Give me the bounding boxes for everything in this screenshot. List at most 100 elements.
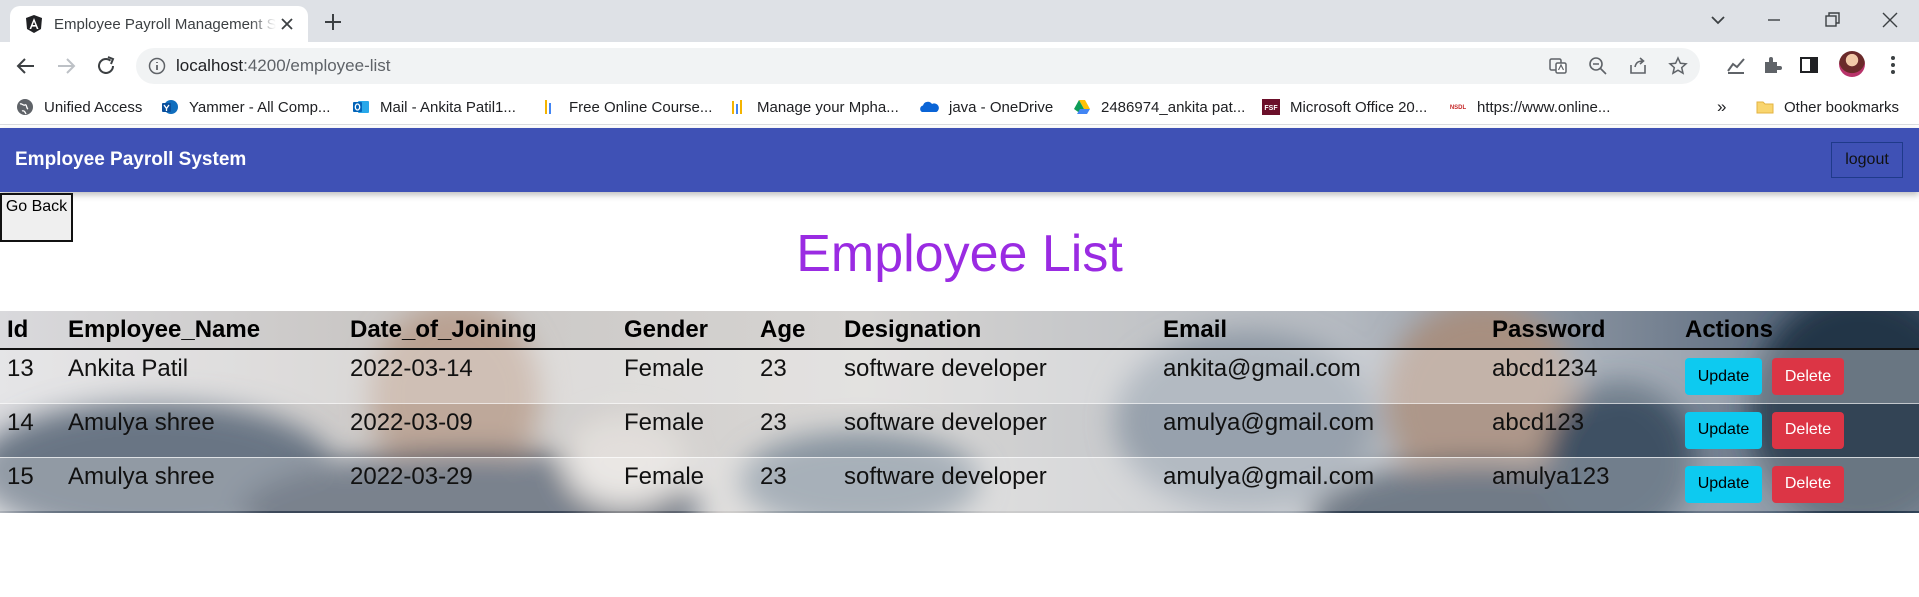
svg-text:NSDL: NSDL <box>1450 105 1467 111</box>
bookmark-online[interactable]: NSDL https://www.online... <box>1449 96 1611 118</box>
restore-icon[interactable] <box>1821 9 1843 31</box>
bookmark-google-drive[interactable]: 2486974_ankita pat... <box>1073 96 1245 118</box>
table-header-row: Id Employee_Name Date_of_Joining Gender … <box>0 311 1919 350</box>
column-header-age: Age <box>753 311 837 350</box>
bookmark-free-online-course[interactable]: Free Online Course... <box>541 96 712 118</box>
svg-text:FSF: FSF <box>1264 105 1278 112</box>
cell-email: amulya@gmail.com <box>1156 402 1485 457</box>
bookmark-label: Microsoft Office 20... <box>1290 98 1428 116</box>
app-navbar: Employee Payroll System logout <box>0 128 1919 192</box>
url-host: localhost <box>176 56 244 75</box>
extensions-icon[interactable] <box>1761 54 1783 76</box>
course-icon <box>545 100 551 114</box>
bookmark-label: Free Online Course... <box>569 98 713 116</box>
update-button[interactable]: Update <box>1685 358 1762 395</box>
new-tab-icon[interactable] <box>322 11 344 33</box>
table-row: 15 Amulya shree 2022-03-29 Female 23 sof… <box>0 456 1919 511</box>
share-icon[interactable] <box>1628 56 1648 76</box>
update-button[interactable]: Update <box>1685 411 1762 449</box>
site-info-icon[interactable] <box>148 57 166 75</box>
table-row: 14 Amulya shree 2022-03-09 Female 23 sof… <box>0 402 1919 457</box>
employee-table: Id Employee_Name Date_of_Joining Gender … <box>0 311 1919 511</box>
cell-designation: software developer <box>837 456 1156 511</box>
app-brand[interactable]: Employee Payroll System <box>15 149 246 171</box>
bookmark-mphasis[interactable]: Manage your Mpha... <box>729 96 899 118</box>
address-bar[interactable]: localhost:4200/employee-list <box>136 48 1700 84</box>
tab-search-icon[interactable] <box>1707 9 1729 31</box>
performance-icon[interactable] <box>1725 54 1747 76</box>
tab-title: Employee Payroll Management S <box>54 15 276 33</box>
delete-button[interactable]: Delete <box>1772 465 1844 503</box>
cell-email: amulya@gmail.com <box>1156 456 1485 511</box>
close-window-icon[interactable] <box>1879 9 1901 31</box>
cell-gender: Female <box>617 456 753 511</box>
bookmark-label: java - OneDrive <box>949 98 1054 116</box>
tab-strip: Employee Payroll Management S <box>0 0 1919 42</box>
cell-employee-name: Amulya shree <box>61 456 343 511</box>
zoom-out-icon[interactable] <box>1588 56 1608 76</box>
yammer-icon <box>162 100 178 114</box>
cell-age: 23 <box>753 402 837 457</box>
bookmark-label: Mail - Ankita Patil1... <box>380 98 516 116</box>
delete-button[interactable]: Delete <box>1772 411 1844 449</box>
column-header-actions: Actions <box>1678 311 1919 350</box>
bookmark-label: Yammer - All Comp... <box>189 98 331 116</box>
bookmark-unified-access[interactable]: Unified Access <box>16 96 142 118</box>
cell-age: 23 <box>753 348 837 403</box>
bookmark-star-icon[interactable] <box>1668 56 1688 76</box>
reload-icon[interactable] <box>94 54 118 78</box>
globe-icon <box>17 99 33 115</box>
profile-avatar[interactable] <box>1839 51 1865 77</box>
cell-id: 15 <box>0 456 61 511</box>
cell-gender: Female <box>617 402 753 457</box>
bookmark-label: 2486974_ankita pat... <box>1101 98 1246 116</box>
cell-password: abcd123 <box>1485 402 1678 457</box>
cell-date-of-joining: 2022-03-29 <box>343 456 617 511</box>
cell-designation: software developer <box>837 402 1156 457</box>
column-header-employee-name: Employee_Name <box>61 311 343 350</box>
cell-designation: software developer <box>837 348 1156 403</box>
bookmarks-bar: Unified Access Yammer - All Comp... Mail… <box>0 90 1919 125</box>
page-title: Employee List <box>796 225 1123 283</box>
column-header-email: Email <box>1156 311 1485 350</box>
browser-tab[interactable]: Employee Payroll Management S <box>10 6 308 42</box>
minimize-icon[interactable] <box>1763 9 1785 31</box>
overflow-label: » <box>1717 97 1727 116</box>
onedrive-icon <box>920 101 939 112</box>
mphasis-icon <box>732 100 742 114</box>
bookmarks-overflow-button[interactable]: » <box>1717 96 1726 118</box>
column-header-designation: Designation <box>837 311 1156 350</box>
folder-icon <box>1756 101 1774 114</box>
cell-age: 23 <box>753 456 837 511</box>
update-button[interactable]: Update <box>1685 465 1762 503</box>
close-tab-icon[interactable] <box>278 15 296 33</box>
bookmark-microsoft-office[interactable]: FSF Microsoft Office 20... <box>1262 96 1427 118</box>
cell-actions: Update Delete <box>1678 348 1919 403</box>
bookmark-onedrive[interactable]: java - OneDrive <box>919 96 1053 118</box>
back-icon[interactable] <box>14 54 38 78</box>
delete-button[interactable]: Delete <box>1772 358 1844 395</box>
cell-actions: Update Delete <box>1678 456 1919 511</box>
translate-icon[interactable] <box>1548 56 1568 76</box>
cell-gender: Female <box>617 348 753 403</box>
employee-table-container: Id Employee_Name Date_of_Joining Gender … <box>0 311 1919 513</box>
column-header-id: Id <box>0 311 61 350</box>
forward-icon[interactable] <box>54 54 78 78</box>
cell-actions: Update Delete <box>1678 402 1919 457</box>
other-bookmarks-label: Other bookmarks <box>1784 98 1900 116</box>
bookmark-mail[interactable]: Mail - Ankita Patil1... <box>352 96 516 118</box>
url-text: localhost:4200/employee-list <box>176 56 391 76</box>
cell-id: 14 <box>0 402 61 457</box>
cell-password: abcd1234 <box>1485 348 1678 403</box>
bookmark-label: https://www.online... <box>1477 98 1611 116</box>
fsf-icon: FSF <box>1262 99 1280 115</box>
bookmark-yammer[interactable]: Yammer - All Comp... <box>161 96 330 118</box>
browser-toolbar: localhost:4200/employee-list <box>0 42 1919 90</box>
angular-icon <box>26 15 42 33</box>
column-header-date-of-joining: Date_of_Joining <box>343 311 617 350</box>
side-panel-icon[interactable] <box>1798 54 1820 76</box>
other-bookmarks-folder[interactable]: Other bookmarks <box>1756 96 1899 118</box>
chrome-menu-icon[interactable] <box>1882 54 1904 76</box>
url-path: :4200/employee-list <box>243 56 391 75</box>
logout-button[interactable]: logout <box>1831 142 1903 178</box>
